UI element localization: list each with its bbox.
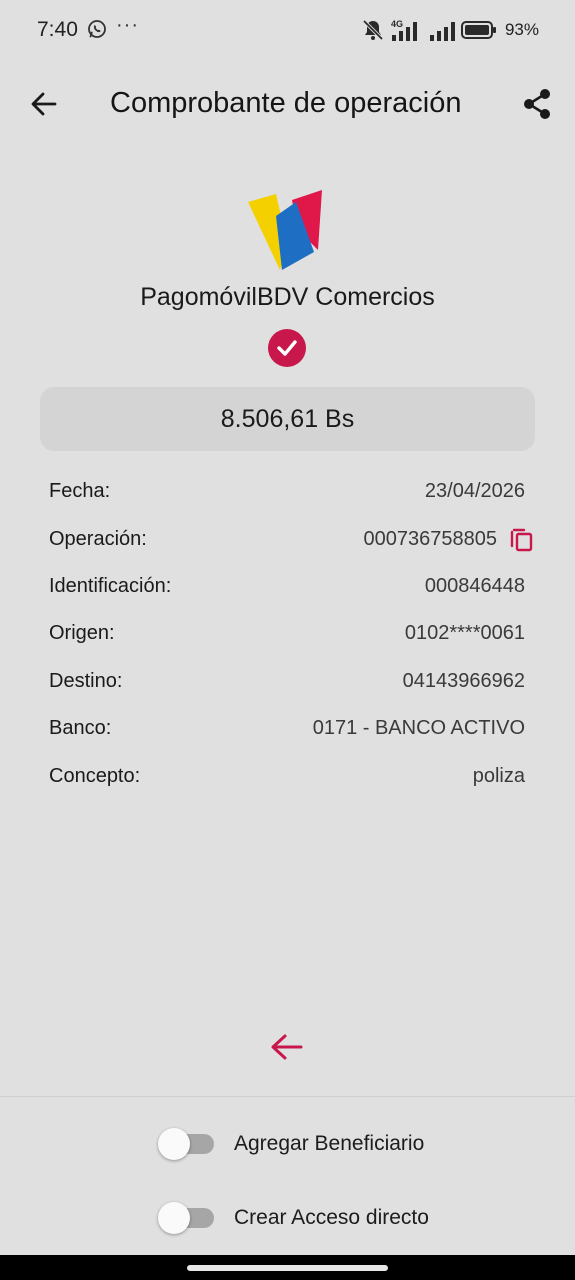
system-nav-bar — [0, 1255, 575, 1280]
check-circle-icon — [268, 329, 306, 367]
amount-box: 8.506,61 Bs — [40, 387, 535, 451]
detail-row-identificacion: Identificación: 000846448 — [49, 563, 525, 610]
battery-icon — [460, 21, 496, 39]
detail-row-origen: Origen: 0102****0061 — [49, 610, 525, 657]
share-icon — [524, 89, 550, 119]
whatsapp-icon — [88, 20, 106, 38]
status-time: 7:40 — [37, 18, 78, 41]
detail-value: 000736758805 — [363, 527, 497, 550]
toggle-label: Agregar Beneficiario — [234, 1132, 425, 1155]
battery-percent: 93% — [504, 20, 539, 39]
detail-row-destino: Destino: 04143966962 — [49, 658, 525, 705]
detail-row-concepto: Concepto: poliza — [49, 752, 525, 799]
back-button[interactable] — [24, 84, 64, 124]
service-name: PagomóvilBDV Comercios — [140, 283, 435, 311]
detail-value: 0171 - BANCO ACTIVO — [312, 717, 525, 740]
detail-value-wrap: 000736758805 — [363, 526, 533, 552]
detail-label: Concepto: — [49, 764, 141, 787]
checkmark-icon — [277, 340, 297, 356]
status-icons: 4G 93% — [361, 16, 539, 44]
status-more: ··· — [116, 14, 139, 36]
detail-label: Origen: — [49, 622, 115, 645]
toggle-knob — [158, 1128, 190, 1160]
agregar-beneficiario-toggle[interactable] — [158, 1126, 214, 1162]
amount-value: 8.506,61 Bs — [220, 404, 355, 433]
signal-icon — [429, 22, 455, 41]
pagomovil-logo — [248, 190, 322, 270]
detail-label: Operación: — [49, 527, 147, 550]
detail-value: 0102****0061 — [404, 622, 525, 645]
toggle-knob — [158, 1202, 190, 1234]
detail-row-banco: Banco: 0171 - BANCO ACTIVO — [49, 705, 525, 752]
arrow-left-icon — [271, 1034, 303, 1060]
network-type-label: 4G — [391, 19, 403, 29]
detail-row-fecha: Fecha: 23/04/2026 — [49, 468, 525, 515]
detail-value: 000846448 — [424, 574, 525, 597]
app-bar: Comprobante de operación — [0, 70, 575, 140]
detail-label: Banco: — [49, 717, 112, 740]
toggle-label: Crear Acceso directo — [234, 1206, 429, 1229]
detail-value: poliza — [472, 764, 525, 787]
page-title: Comprobante de operación — [110, 87, 462, 119]
arrow-left-icon — [31, 92, 57, 116]
signal-4g-icon: 4G — [391, 19, 417, 41]
divider — [0, 1096, 575, 1097]
detail-label: Identificación: — [49, 574, 172, 597]
crear-acceso-directo-toggle[interactable] — [158, 1200, 214, 1236]
toggle-row-acceso: Crear Acceso directo — [158, 1200, 429, 1236]
detail-label: Fecha: — [49, 480, 111, 503]
detail-value: 04143966962 — [402, 669, 525, 692]
status-bar: 7:40 ··· 4G 93% — [0, 0, 575, 60]
detail-row-operacion: Operación: 000736758805 — [49, 515, 533, 562]
toggle-row-beneficiario: Agregar Beneficiario — [158, 1126, 424, 1162]
home-gesture-handle[interactable] — [187, 1265, 388, 1271]
operation-details: Fecha: 23/04/2026 Operación: 00073675880… — [49, 468, 533, 800]
detail-label: Destino: — [49, 669, 123, 692]
detail-value: 23/04/2026 — [424, 480, 525, 503]
copy-icon[interactable] — [509, 526, 535, 552]
return-button[interactable] — [267, 1027, 307, 1067]
bell-muted-icon — [362, 19, 384, 41]
share-button[interactable] — [517, 84, 557, 124]
